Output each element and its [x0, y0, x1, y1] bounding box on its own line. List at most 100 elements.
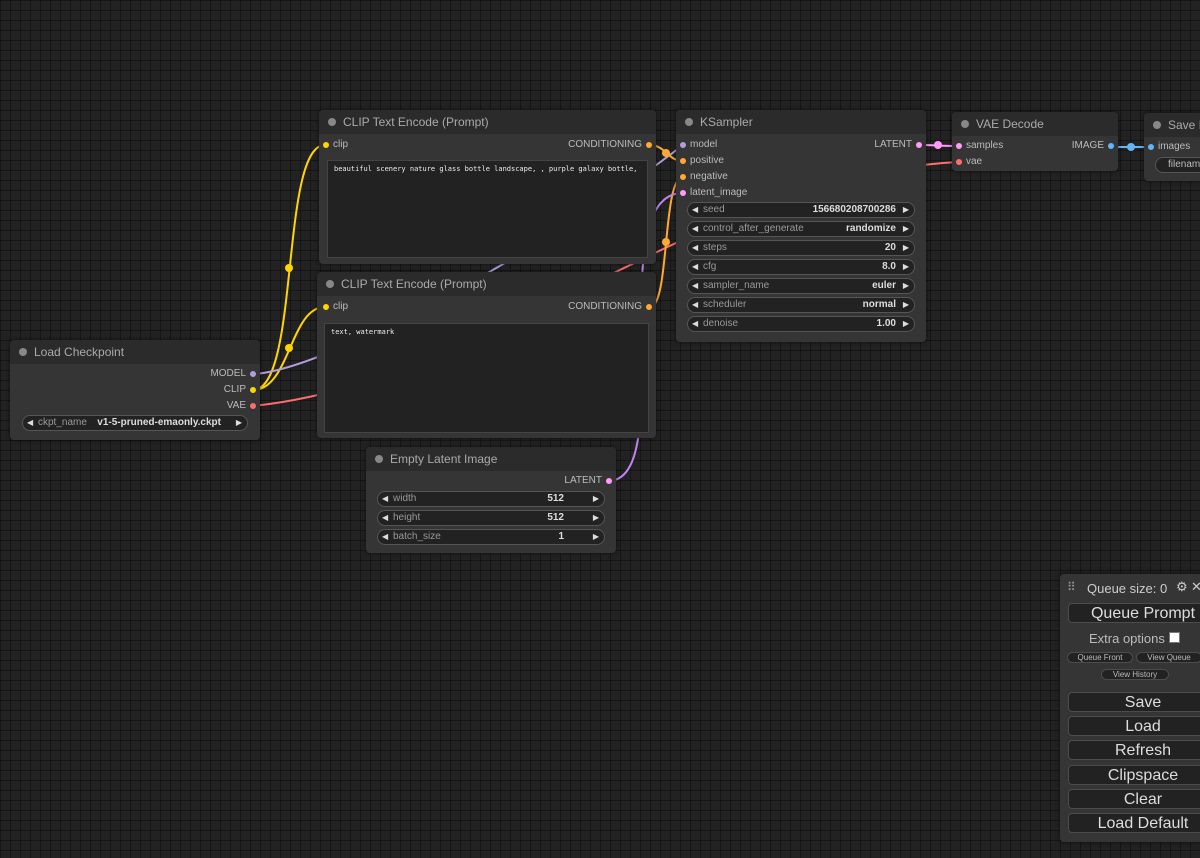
output-slot-conditioning[interactable]: CONDITIONING	[568, 299, 656, 315]
widget-cfg[interactable]: ◀ cfg 8.0 ▶	[687, 259, 915, 275]
slot-dot-icon[interactable]	[1108, 143, 1114, 149]
close-icon[interactable]: ✕	[1191, 579, 1200, 595]
input-slot-clip[interactable]: clip	[319, 299, 348, 315]
slot-dot-icon[interactable]	[250, 371, 256, 377]
widget-denoise[interactable]: ◀ denoise 1.00 ▶	[687, 316, 915, 332]
output-slot-latent[interactable]: LATENT	[564, 473, 616, 489]
slot-dot-icon[interactable]	[323, 304, 329, 310]
decrement-arrow-icon[interactable]: ◀	[692, 241, 698, 255]
node-title[interactable]: Empty Latent Image	[366, 447, 616, 471]
decrement-arrow-icon[interactable]: ◀	[692, 203, 698, 217]
slot-dot-icon[interactable]	[646, 304, 652, 310]
drag-handle-icon[interactable]: ⠿	[1067, 580, 1076, 594]
input-slot-negative[interactable]: negative	[676, 169, 728, 185]
view-queue-button[interactable]: View Queue	[1136, 652, 1200, 663]
collapse-dot-icon[interactable]	[19, 348, 27, 356]
collapse-dot-icon[interactable]	[375, 455, 383, 463]
widget-steps[interactable]: ◀ steps 20 ▶	[687, 240, 915, 256]
view-history-button[interactable]: View History	[1101, 669, 1169, 680]
extra-options-checkbox[interactable]	[1169, 632, 1180, 643]
increment-arrow-icon[interactable]: ▶	[903, 203, 909, 217]
collapse-dot-icon[interactable]	[961, 120, 969, 128]
slot-dot-icon[interactable]	[680, 142, 686, 148]
collapse-dot-icon[interactable]	[685, 118, 693, 126]
increment-arrow-icon[interactable]: ▶	[903, 241, 909, 255]
decrement-arrow-icon[interactable]: ◀	[692, 279, 698, 293]
queue-prompt-button[interactable]: Queue Prompt	[1068, 603, 1200, 623]
slot-dot-icon[interactable]	[250, 403, 256, 409]
output-slot-conditioning[interactable]: CONDITIONING	[568, 137, 656, 153]
collapse-dot-icon[interactable]	[326, 280, 334, 288]
slot-dot-icon[interactable]	[956, 159, 962, 165]
widget-seed[interactable]: ◀ seed 156680208700286 ▶	[687, 202, 915, 218]
output-slot-vae[interactable]: VAE	[227, 398, 260, 414]
increment-arrow-icon[interactable]: ▶	[593, 511, 599, 525]
node-ksampler[interactable]: KSampler model positive negative latent_…	[676, 110, 926, 342]
prompt-textarea[interactable]: beautiful scenery nature glass bottle la…	[327, 160, 648, 258]
input-slot-images[interactable]: images	[1144, 139, 1190, 155]
collapse-dot-icon[interactable]	[328, 118, 336, 126]
slot-dot-icon[interactable]	[956, 143, 962, 149]
output-slot-image[interactable]: IMAGE	[1072, 138, 1118, 154]
increment-arrow-icon[interactable]: ▶	[593, 492, 599, 506]
queue-front-button[interactable]: Queue Front	[1067, 652, 1133, 663]
slot-dot-icon[interactable]	[680, 158, 686, 164]
prompt-textarea[interactable]: text, watermark	[324, 323, 649, 433]
input-slot-samples[interactable]: samples	[952, 138, 1003, 154]
settings-gear-icon[interactable]: ⚙	[1176, 579, 1188, 595]
load-default-button[interactable]: Load Default	[1068, 813, 1200, 833]
decrement-arrow-icon[interactable]: ◀	[382, 530, 388, 544]
input-slot-positive[interactable]: positive	[676, 153, 724, 169]
node-clip-text-encode-positive[interactable]: CLIP Text Encode (Prompt) clip CONDITION…	[319, 110, 656, 264]
increment-arrow-icon[interactable]: ▶	[903, 260, 909, 274]
node-clip-text-encode-negative[interactable]: CLIP Text Encode (Prompt) clip CONDITION…	[317, 272, 656, 438]
decrement-arrow-icon[interactable]: ◀	[382, 511, 388, 525]
refresh-button[interactable]: Refresh	[1068, 740, 1200, 760]
collapse-dot-icon[interactable]	[1153, 121, 1161, 129]
increment-arrow-icon[interactable]: ▶	[593, 530, 599, 544]
save-button[interactable]: Save	[1068, 692, 1200, 712]
increment-arrow-icon[interactable]: ▶	[903, 317, 909, 331]
node-title[interactable]: VAE Decode	[952, 112, 1118, 136]
node-title[interactable]: CLIP Text Encode (Prompt)	[317, 272, 656, 296]
output-slot-model[interactable]: MODEL	[210, 366, 260, 382]
slot-dot-icon[interactable]	[606, 478, 612, 484]
decrement-arrow-icon[interactable]: ◀	[692, 317, 698, 331]
node-empty-latent-image[interactable]: Empty Latent Image LATENT ◀ width 512 ▶ ◀ he…	[366, 447, 616, 553]
input-slot-clip[interactable]: clip	[319, 137, 348, 153]
node-load-checkpoint[interactable]: Load Checkpoint MODEL CLIP VAE ◀ ckpt_nam…	[10, 340, 260, 440]
widget-height[interactable]: ◀ height 512 ▶	[377, 510, 605, 526]
node-vae-decode[interactable]: VAE Decode samples vae IMAGE	[952, 112, 1118, 171]
widget-control-after-generate[interactable]: ◀ control_after_generate randomize ▶	[687, 221, 915, 237]
widget-filename-prefix[interactable]: filenam	[1155, 157, 1200, 173]
increment-arrow-icon[interactable]: ▶	[903, 222, 909, 236]
slot-dot-icon[interactable]	[323, 142, 329, 148]
output-slot-clip[interactable]: CLIP	[224, 382, 260, 398]
widget-sampler-name[interactable]: ◀ sampler_name euler ▶	[687, 278, 915, 294]
slot-dot-icon[interactable]	[250, 387, 256, 393]
load-button[interactable]: Load	[1068, 716, 1200, 736]
input-slot-latent-image[interactable]: latent_image	[676, 185, 747, 201]
increment-arrow-icon[interactable]: ▶	[903, 298, 909, 312]
decrement-arrow-icon[interactable]: ◀	[382, 492, 388, 506]
output-slot-latent[interactable]: LATENT	[874, 137, 926, 153]
increment-arrow-icon[interactable]: ▶	[236, 416, 242, 430]
node-save-image[interactable]: Save I images filenam	[1144, 113, 1200, 181]
clipspace-button[interactable]: Clipspace	[1068, 765, 1200, 785]
input-slot-model[interactable]: model	[676, 137, 717, 153]
slot-dot-icon[interactable]	[680, 174, 686, 180]
clear-button[interactable]: Clear	[1068, 789, 1200, 809]
slot-dot-icon[interactable]	[646, 142, 652, 148]
widget-scheduler[interactable]: ◀ scheduler normal ▶	[687, 297, 915, 313]
decrement-arrow-icon[interactable]: ◀	[692, 260, 698, 274]
increment-arrow-icon[interactable]: ▶	[903, 279, 909, 293]
slot-dot-icon[interactable]	[1148, 144, 1154, 150]
widget-ckpt-name[interactable]: ◀ ckpt_name v1-5-pruned-emaonly.ckpt ▶	[22, 415, 248, 431]
decrement-arrow-icon[interactable]: ◀	[692, 298, 698, 312]
decrement-arrow-icon[interactable]: ◀	[27, 416, 33, 430]
node-title[interactable]: Save I	[1144, 113, 1200, 137]
node-title[interactable]: Load Checkpoint	[10, 340, 260, 364]
widget-batch-size[interactable]: ◀ batch_size 1 ▶	[377, 529, 605, 545]
node-title[interactable]: KSampler	[676, 110, 926, 134]
input-slot-vae[interactable]: vae	[952, 154, 982, 170]
